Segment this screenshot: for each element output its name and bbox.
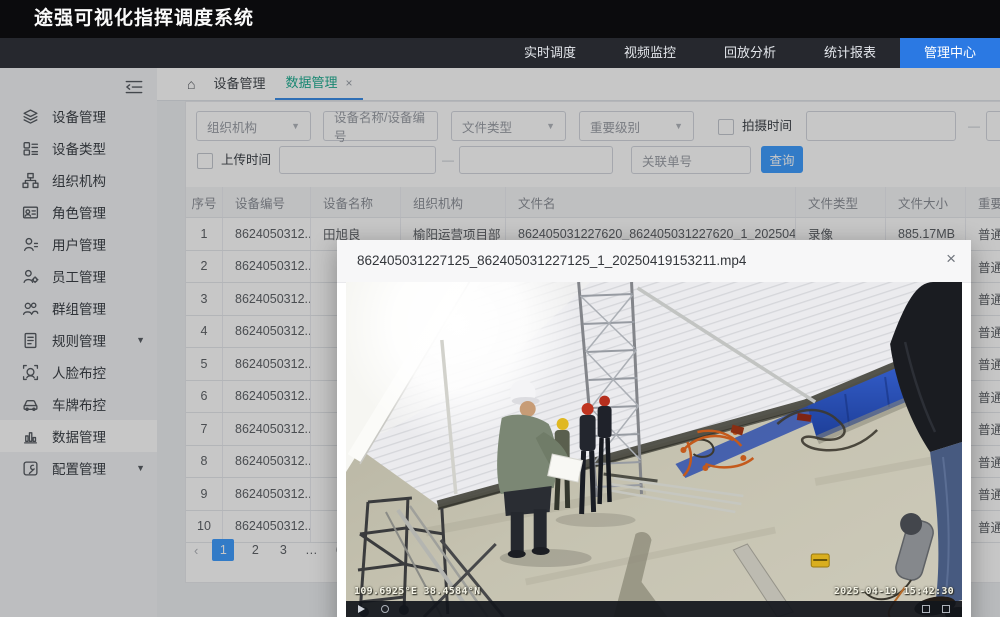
nav-item-link[interactable]: 实时调度 (500, 38, 600, 68)
timestamp-overlay-text: 2025-04-19 15:42:30 (834, 586, 954, 597)
dialog-header: 862405031227125_862405031227125_1_202504… (337, 240, 971, 283)
dialog-title: 862405031227125_862405031227125_1_202504… (337, 240, 971, 282)
nav-item-link[interactable]: 视频监控 (600, 38, 700, 68)
nav-item-link[interactable]: 统计报表 (800, 38, 900, 68)
video-player[interactable]: 109.6925°E 38.4584°N 2025-04-19 15:42:30 (346, 282, 962, 617)
video-frame-construction-site (346, 282, 962, 617)
app-title: 途强可视化指挥调度系统 (0, 0, 1000, 38)
play-icon[interactable] (358, 605, 365, 613)
close-icon[interactable]: × (946, 250, 956, 267)
gps-overlay-text: 109.6925°E 38.4584°N (354, 586, 480, 597)
nav-item-active[interactable]: 管理中心 (900, 38, 1000, 68)
title-bar: 途强可视化指挥调度系统 (0, 0, 1000, 38)
primary-nav: 实时调度视频监控回放分析统计报表管理中心 (0, 38, 1000, 68)
video-preview-dialog: 862405031227125_862405031227125_1_202504… (337, 240, 971, 617)
record-icon[interactable] (381, 605, 389, 613)
fullscreen-icon[interactable] (942, 605, 950, 613)
video-control-bar (346, 601, 962, 617)
volume-icon[interactable] (922, 605, 930, 613)
nav-item-link[interactable]: 回放分析 (700, 38, 800, 68)
